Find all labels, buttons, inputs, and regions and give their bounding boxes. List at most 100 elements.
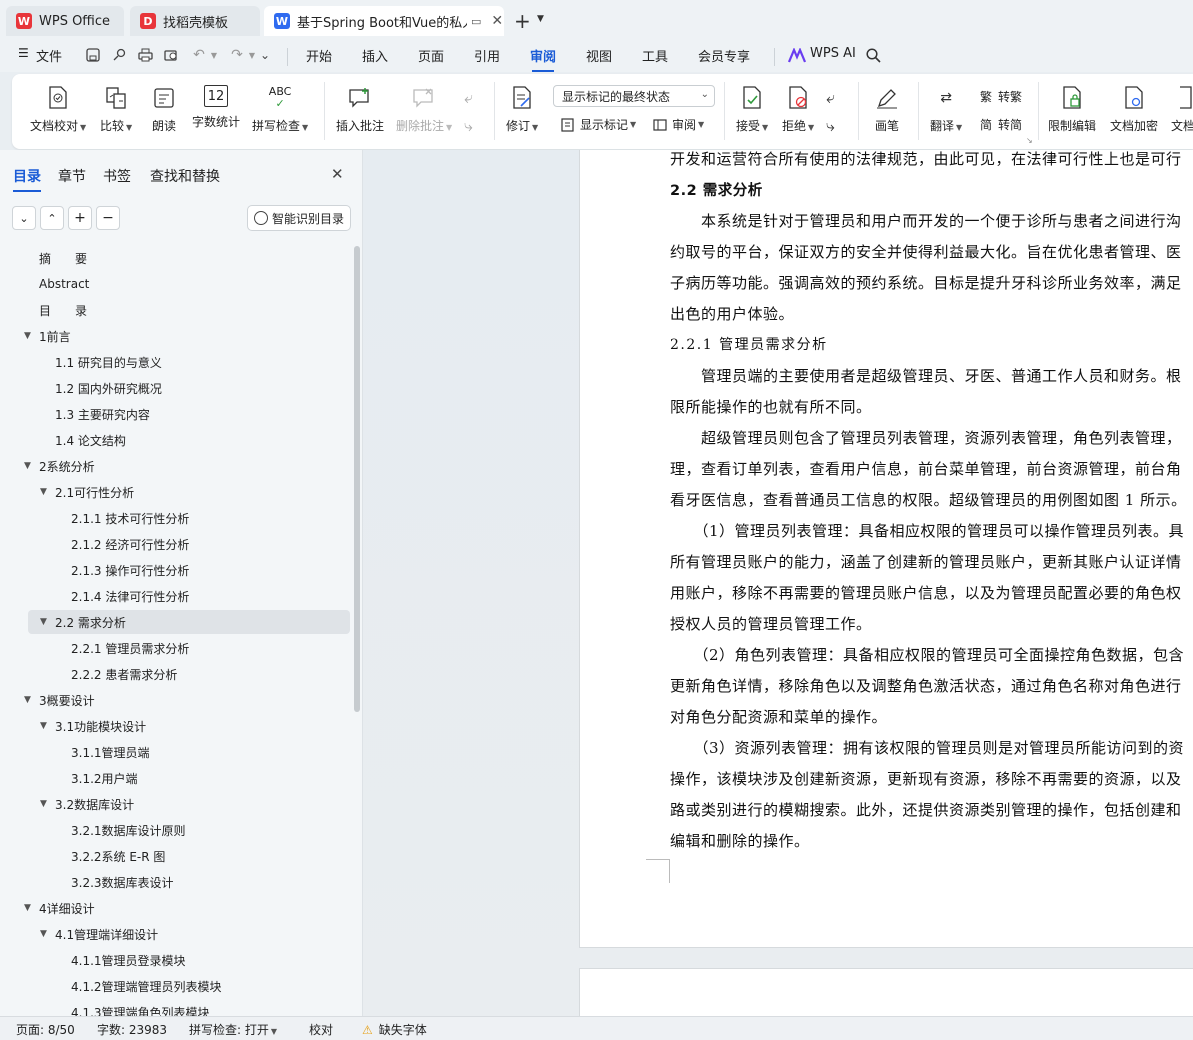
menu-review[interactable]: 审阅 — [530, 46, 556, 72]
print-preview-icon[interactable] — [162, 46, 180, 64]
compare-button[interactable]: 比较 ▼ — [100, 74, 132, 134]
markup-state-select[interactable]: 显示标记的最终状态 ⌄ — [553, 85, 715, 107]
revise-button[interactable]: 修订 ▼ — [506, 74, 538, 134]
next-change-icon[interactable]: ⤷ — [826, 116, 835, 136]
nav-tab-chapter[interactable]: 章节 — [58, 166, 86, 186]
spell-check-button[interactable]: ABC ✓ 拼写检查 ▼ — [252, 74, 308, 134]
collapse-all-button[interactable]: ⌄ — [12, 206, 36, 230]
toc-item[interactable]: 3.1.1管理员端 — [0, 740, 350, 764]
next-comment-icon[interactable]: ⤷ — [464, 116, 473, 136]
toc-item[interactable]: 1.1 研究目的与意义 — [0, 350, 350, 374]
menu-member[interactable]: 会员专享 — [698, 46, 750, 65]
show-markup-button[interactable]: 显示标记 ▼ — [560, 116, 636, 133]
menu-file[interactable]: 文件 — [36, 46, 62, 65]
toc-scrollbar[interactable] — [354, 246, 360, 712]
tab-template[interactable]: D 找稻壳模板 — [130, 6, 260, 36]
toc-item[interactable]: 2.2.1 管理员需求分析 — [0, 636, 350, 660]
more-chevron-icon[interactable]: ⌄ — [256, 46, 274, 64]
close-icon[interactable]: ✕ — [331, 165, 344, 183]
toc-item[interactable]: 2.1.1 技术可行性分析 — [0, 506, 350, 530]
toc-item[interactable]: ▼ 3.1功能模块设计 — [0, 714, 350, 738]
menu-home[interactable]: 开始 — [306, 46, 332, 65]
close-tab-icon[interactable]: ✕ — [491, 13, 503, 29]
nav-tab-find-replace[interactable]: 查找和替换 — [150, 166, 220, 186]
word-count-status[interactable]: 字数: 23983 — [97, 1021, 167, 1038]
smart-toc-button[interactable]: 智能识别目录 — [247, 205, 351, 231]
accept-button[interactable]: 接受 ▼ — [736, 74, 768, 134]
menu-wps-ai[interactable]: WPS AI — [810, 46, 856, 61]
prev-comment-icon[interactable]: ⤶ — [464, 88, 473, 108]
nav-tab-bookmark[interactable]: 书签 — [103, 166, 131, 186]
toc-item[interactable]: 2.2.2 患者需求分析 — [0, 662, 350, 686]
spell-check-status[interactable]: 拼写检查: 打开 ▼ — [189, 1021, 277, 1038]
missing-font-status[interactable]: ⚠ 缺失字体 — [362, 1021, 427, 1038]
menu-tools[interactable]: 工具 — [642, 46, 668, 65]
toc-item[interactable]: 3.2.3数据库表设计 — [0, 870, 350, 894]
nav-tab-toc[interactable]: 目录 — [13, 166, 41, 192]
expand-toggle-icon[interactable]: ▼ — [40, 799, 47, 809]
toc-item[interactable]: 摘 要 — [0, 246, 350, 270]
review-pane-button[interactable]: 审阅 ▼ — [652, 116, 704, 133]
insert-comment-button[interactable]: 插入批注 — [336, 74, 384, 134]
search-icon[interactable] — [864, 46, 882, 64]
expand-toggle-icon[interactable]: ▼ — [40, 487, 47, 497]
add-heading-button[interactable]: + — [68, 206, 92, 230]
read-aloud-button[interactable]: 朗读 — [151, 74, 177, 134]
toc-item[interactable]: 2.1.2 经济可行性分析 — [0, 532, 350, 556]
toc-item[interactable]: ▼ 4详细设计 — [0, 896, 350, 920]
new-tab-icon[interactable]: + — [514, 9, 531, 33]
toc-item[interactable]: 1.2 国内外研究概况 — [0, 376, 350, 400]
word-count-button[interactable]: 12 字数统计 — [192, 74, 240, 130]
delete-comment-button[interactable]: 删除批注 ▼ — [396, 74, 452, 134]
expand-toggle-icon[interactable]: ▼ — [40, 721, 47, 731]
doc-more-button[interactable]: 文档 — [1170, 74, 1193, 134]
doc-proof-button[interactable]: 文档校对 ▼ — [30, 74, 86, 134]
proof-status[interactable]: 校对 — [309, 1021, 333, 1038]
expand-up-button[interactable]: ⌃ — [40, 206, 64, 230]
document-page-next[interactable] — [579, 968, 1193, 1016]
toc-item[interactable]: ▼ 1前言 — [0, 324, 350, 348]
expand-toggle-icon[interactable]: ▼ — [24, 461, 31, 471]
chevron-down-icon[interactable]: ▼ — [537, 14, 544, 24]
expand-toggle-icon[interactable]: ▼ — [24, 695, 31, 705]
page-indicator[interactable]: 页面: 8/50 — [16, 1021, 75, 1038]
toc-item[interactable]: ▼ 2.2 需求分析 — [28, 610, 350, 634]
translate-button[interactable]: ⇄ 翻译 ▼ — [930, 74, 962, 134]
print-icon[interactable] — [136, 46, 154, 64]
document-page[interactable]: 开发和运营符合所有使用的法律规范，由此可见，在法律可行性上也是可行 2.2 需求分… — [579, 150, 1193, 948]
toc-item[interactable]: 3.2.2系统 E-R 图 — [0, 844, 350, 868]
save-icon[interactable] — [84, 46, 102, 64]
toc-item[interactable]: 3.2.1数据库设计原则 — [0, 818, 350, 842]
toc-item[interactable]: ▼ 4.1管理端详细设计 — [0, 922, 350, 946]
toc-item[interactable]: 1.3 主要研究内容 — [0, 402, 350, 426]
to-traditional-button[interactable]: 繁 转繁 — [978, 88, 1022, 105]
menu-view[interactable]: 视图 — [586, 46, 612, 65]
toc-item[interactable]: Abstract — [0, 272, 350, 296]
expand-toggle-icon[interactable]: ▼ — [40, 929, 47, 939]
toc-item[interactable]: ▼ 3概要设计 — [0, 688, 350, 712]
toc-item[interactable]: ▼ 2.1可行性分析 — [0, 480, 350, 504]
dialog-launcher-icon[interactable]: ↘ — [1026, 136, 1033, 145]
toc-item[interactable]: 目 录 — [0, 298, 350, 322]
tab-wps-office[interactable]: W WPS Office — [6, 6, 124, 36]
expand-toggle-icon[interactable]: ▼ — [24, 331, 31, 341]
reject-button[interactable]: 拒绝 ▼ — [782, 74, 814, 134]
toc-item[interactable]: 2.1.4 法律可行性分析 — [0, 584, 350, 608]
to-simplified-button[interactable]: 简 转简 — [978, 116, 1022, 133]
toc-item[interactable]: 1.4 论文结构 — [0, 428, 350, 452]
monitor-icon[interactable]: ▭ — [471, 15, 481, 28]
menu-reference[interactable]: 引用 — [474, 46, 500, 65]
menu-insert[interactable]: 插入 — [362, 46, 388, 65]
tab-document[interactable]: W 基于Spring Boot和Vue的私人 ▭ ✕ — [264, 6, 504, 36]
undo-dropdown-icon[interactable]: ▼ — [205, 46, 223, 64]
prev-change-icon[interactable]: ⤶ — [826, 88, 835, 108]
toc-item[interactable]: 2.1.3 操作可行性分析 — [0, 558, 350, 582]
pen-button[interactable]: 画笔 — [874, 74, 900, 134]
doc-encrypt-button[interactable]: 文档加密 — [1110, 74, 1158, 134]
expand-toggle-icon[interactable]: ▼ — [40, 617, 47, 627]
toc-item[interactable]: ▼ 3.2数据库设计 — [0, 792, 350, 816]
menu-page[interactable]: 页面 — [418, 46, 444, 65]
expand-toggle-icon[interactable]: ▼ — [24, 903, 31, 913]
restrict-edit-button[interactable]: 限制编辑 — [1048, 74, 1096, 134]
share-icon[interactable] — [110, 46, 128, 64]
